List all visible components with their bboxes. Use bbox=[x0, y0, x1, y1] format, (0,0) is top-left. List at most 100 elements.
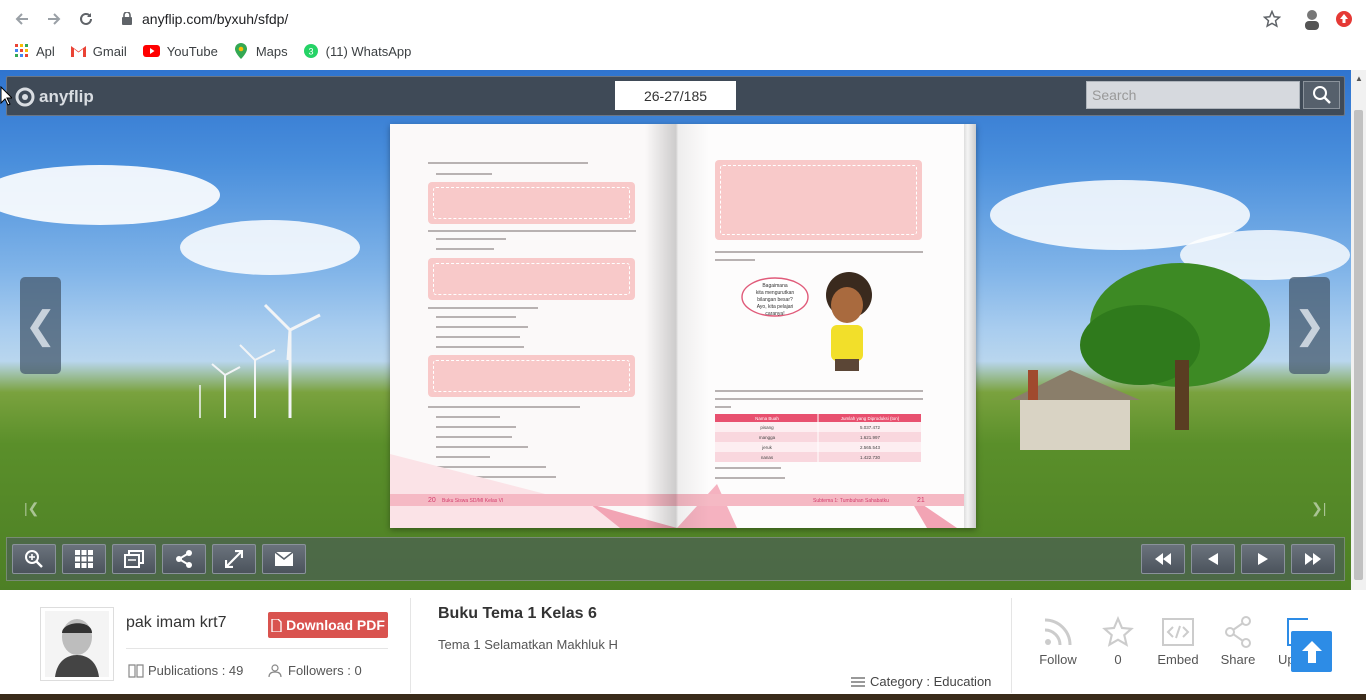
bookmarks-bar: Apl Gmail YouTube Maps 3 (11) WhatsApp bbox=[0, 38, 1366, 64]
fast-forward-icon bbox=[1305, 553, 1321, 565]
profile-avatar[interactable] bbox=[1302, 8, 1322, 30]
address-bar[interactable]: anyflip.com/byxuh/sfdp/ bbox=[108, 4, 1296, 34]
first-page-corner-icon[interactable]: |❮ bbox=[24, 500, 39, 517]
bookmark-youtube[interactable]: YouTube bbox=[142, 43, 218, 59]
left-page-footer-title: Buku Siswa SD/MI Kelas VI bbox=[442, 498, 504, 504]
divider bbox=[1011, 598, 1012, 693]
bookmark-gmail[interactable]: Gmail bbox=[70, 43, 127, 59]
svg-text:jeruk: jeruk bbox=[761, 445, 773, 450]
right-page-number: 21 bbox=[917, 497, 925, 504]
scroll-up-icon[interactable]: ▲ bbox=[1355, 74, 1363, 83]
svg-text:5.037.472: 5.037.472 bbox=[860, 425, 881, 430]
page-stack-edge bbox=[964, 124, 976, 528]
share-action-button[interactable]: Share bbox=[1208, 616, 1268, 667]
book-gutter bbox=[645, 124, 709, 528]
page-scrollbar[interactable]: ▲ bbox=[1351, 70, 1366, 590]
pdf-file-icon bbox=[271, 618, 282, 632]
author-name[interactable]: pak imam krt7 bbox=[126, 614, 226, 632]
embed-button[interactable]: Embed bbox=[1148, 616, 1208, 667]
followers-stat[interactable]: Followers : 0 bbox=[268, 663, 362, 678]
zoom-in-button[interactable] bbox=[12, 544, 56, 574]
share-button[interactable] bbox=[162, 544, 206, 574]
zoom-in-icon bbox=[25, 550, 43, 568]
bookmark-apl[interactable]: Apl bbox=[14, 44, 55, 59]
search-icon bbox=[1312, 86, 1331, 104]
left-page-number: 20 bbox=[428, 497, 436, 504]
flipbook-viewer: anyflip 26-27/185 Search ❮ ❯ 20 Buku Sis… bbox=[0, 70, 1351, 590]
rewind-icon bbox=[1155, 553, 1171, 565]
forward-arrow-icon[interactable] bbox=[44, 9, 64, 29]
table-of-contents-button[interactable] bbox=[112, 544, 156, 574]
category-label: Category : Education bbox=[870, 674, 992, 689]
envelope-icon bbox=[275, 552, 293, 566]
follow-label: Follow bbox=[1039, 652, 1077, 667]
whatsapp-icon: 3 bbox=[304, 44, 319, 59]
embed-label: Embed bbox=[1157, 652, 1199, 667]
gmail-icon bbox=[70, 44, 86, 59]
triangle-left-icon bbox=[1208, 553, 1218, 565]
youtube-icon bbox=[142, 44, 160, 59]
svg-text:bilangan besar?: bilangan besar? bbox=[757, 297, 793, 303]
svg-text:pisang: pisang bbox=[760, 425, 774, 430]
scrollbar-thumb[interactable] bbox=[1354, 110, 1363, 580]
followers-count: Followers : 0 bbox=[288, 663, 362, 678]
download-label: Download PDF bbox=[286, 617, 385, 633]
page-number-input[interactable]: 26-27/185 bbox=[615, 81, 736, 110]
thumbnails-button[interactable] bbox=[62, 544, 106, 574]
pages-icon bbox=[124, 550, 144, 568]
share-icon bbox=[1225, 616, 1251, 648]
previous-page-arrow[interactable]: ❮ bbox=[20, 277, 61, 374]
triangle-right-icon bbox=[1258, 553, 1268, 565]
book-info-panel: pak imam krt7 Download PDF Publications … bbox=[0, 590, 1366, 700]
maps-pin-icon bbox=[234, 43, 249, 59]
apps-grid-icon bbox=[14, 44, 29, 59]
anyflip-logo-icon bbox=[15, 87, 35, 107]
book-category[interactable]: Category : Education bbox=[851, 674, 991, 689]
svg-text:caranya!: caranya! bbox=[765, 311, 784, 317]
right-page: Bagaimana kita mengurutkan bilangan besa… bbox=[677, 124, 964, 528]
svg-text:Bagaimana: Bagaimana bbox=[762, 283, 788, 289]
email-button[interactable] bbox=[262, 544, 306, 574]
next-page-arrow[interactable]: ❯ bbox=[1289, 277, 1330, 374]
bookmark-whatsapp[interactable]: 3 (11) WhatsApp bbox=[304, 43, 412, 59]
bookmark-label: Gmail bbox=[92, 43, 127, 59]
first-page-button[interactable] bbox=[1141, 544, 1185, 574]
divider bbox=[410, 598, 411, 693]
author-avatar[interactable] bbox=[40, 607, 114, 681]
mouse-cursor-icon bbox=[0, 86, 12, 106]
previous-page-button[interactable] bbox=[1191, 544, 1235, 574]
svg-text:kita mengurutkan: kita mengurutkan bbox=[756, 290, 795, 296]
viewer-bottom-toolbar bbox=[6, 537, 1345, 581]
bookmark-label: (11) WhatsApp bbox=[325, 43, 412, 59]
browser-toolbar: anyflip.com/byxuh/sfdp/ bbox=[0, 0, 1366, 38]
divider bbox=[126, 648, 388, 649]
answer-box bbox=[715, 160, 922, 240]
svg-text:Ayo, kita pelajari: Ayo, kita pelajari bbox=[757, 304, 794, 310]
svg-text:nanas: nanas bbox=[761, 455, 774, 460]
fullscreen-icon bbox=[225, 550, 243, 568]
next-page-button[interactable] bbox=[1241, 544, 1285, 574]
search-input[interactable]: Search bbox=[1086, 81, 1300, 109]
follow-button[interactable]: Follow bbox=[1028, 616, 1088, 667]
boy-illustration: Bagaimana kita mengurutkan bilangan besa… bbox=[741, 272, 872, 371]
bookmark-star-icon[interactable] bbox=[1262, 9, 1282, 33]
search-button[interactable] bbox=[1303, 81, 1340, 109]
back-arrow-icon[interactable] bbox=[12, 9, 32, 29]
open-book[interactable]: 20 Buku Siswa SD/MI Kelas VI Bagaimana k… bbox=[390, 124, 976, 528]
fruit-production-table: Nama Buah Jumlah yang Diproduksi (ton) p… bbox=[715, 414, 921, 462]
scroll-to-top-button[interactable] bbox=[1291, 631, 1332, 672]
bookmark-label: YouTube bbox=[166, 43, 218, 59]
chevron-left-icon: ❮ bbox=[24, 305, 57, 347]
extension-icon[interactable] bbox=[1336, 11, 1352, 32]
download-pdf-button[interactable]: Download PDF bbox=[268, 612, 388, 638]
bookmark-maps[interactable]: Maps bbox=[234, 43, 288, 59]
last-page-corner-icon[interactable]: ❯| bbox=[1311, 500, 1326, 517]
tree-and-house bbox=[1010, 263, 1270, 450]
like-button[interactable]: 0 bbox=[1088, 616, 1148, 667]
last-page-button[interactable] bbox=[1291, 544, 1335, 574]
fullscreen-button[interactable] bbox=[212, 544, 256, 574]
publications-stat[interactable]: Publications : 49 bbox=[128, 663, 243, 678]
cloud bbox=[180, 220, 360, 275]
anyflip-logo[interactable]: anyflip bbox=[15, 87, 94, 107]
reload-icon[interactable] bbox=[76, 9, 96, 29]
